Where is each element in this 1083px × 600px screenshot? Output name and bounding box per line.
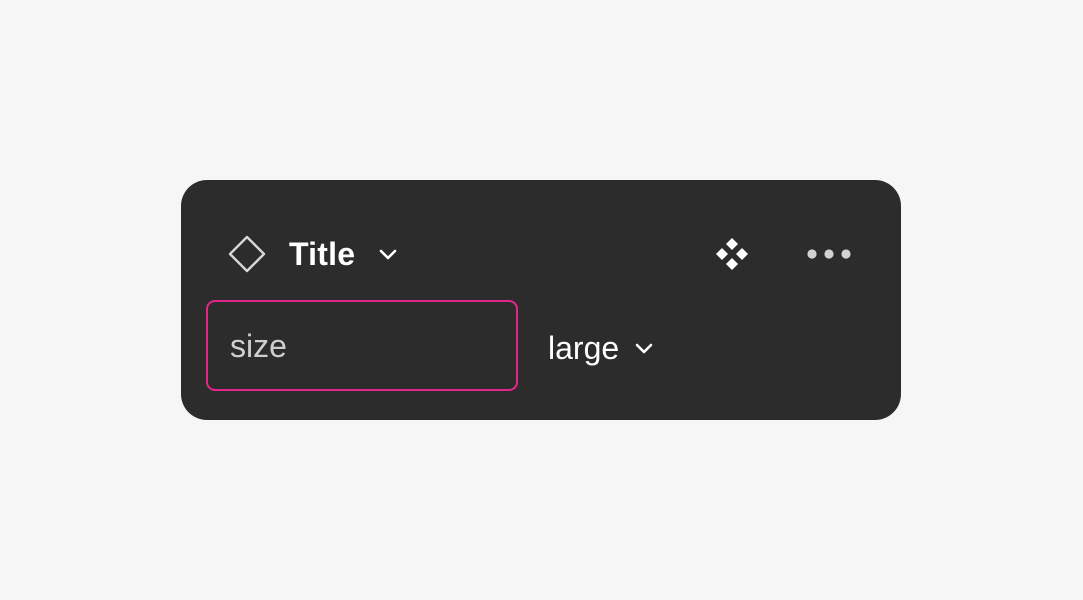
component-properties-panel: Title size large	[181, 180, 901, 420]
more-horizontal-icon[interactable]	[801, 240, 857, 268]
property-name-field[interactable]: size	[206, 300, 518, 391]
chevron-down-icon	[377, 243, 399, 265]
panel-header: Title	[181, 232, 901, 276]
property-value-dropdown[interactable]: large	[548, 300, 655, 396]
title-dropdown[interactable]: Title	[289, 232, 399, 276]
component-diamond-icon	[225, 232, 269, 276]
instance-diamonds-icon[interactable]	[713, 235, 751, 273]
chevron-down-icon	[633, 337, 655, 359]
property-name-label: size	[230, 327, 287, 364]
panel-title: Title	[289, 236, 356, 272]
property-value-label: large	[548, 330, 620, 366]
property-row: size large	[181, 300, 901, 396]
